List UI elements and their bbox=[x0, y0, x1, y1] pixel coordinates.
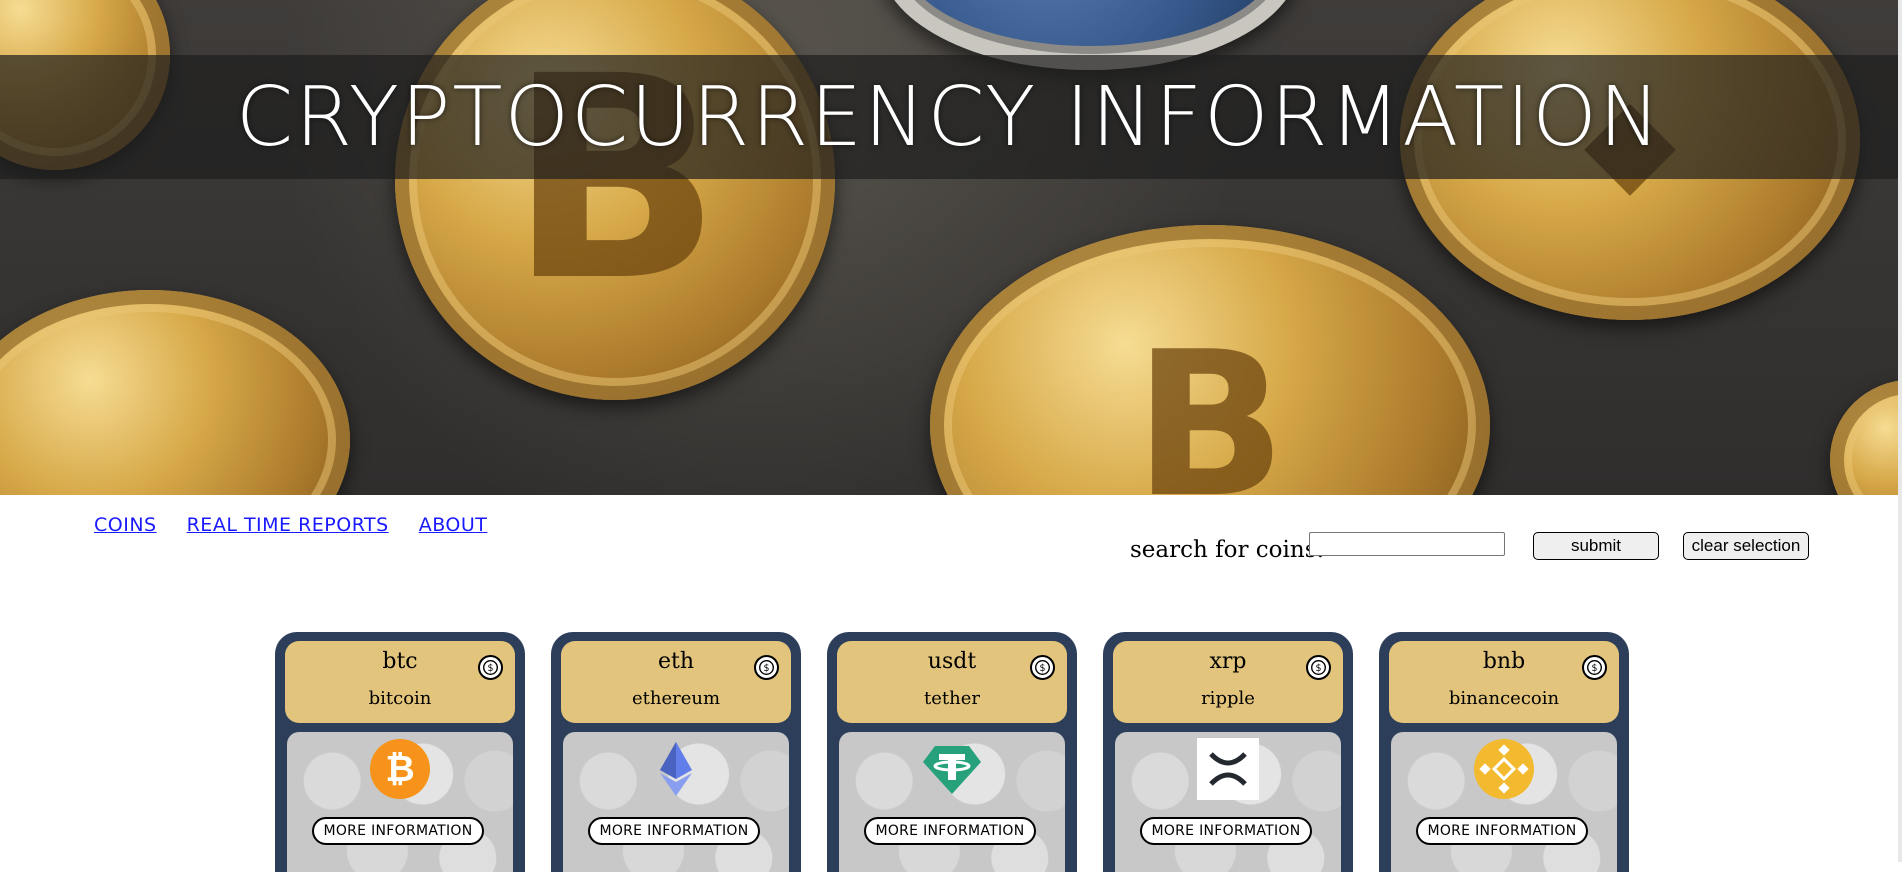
page-title: CRYPTOCURRENCY INFORMATION bbox=[235, 69, 1663, 165]
coin-card-btc: btc bitcoin $ ₿ MORE INFORMATION bbox=[275, 632, 525, 872]
coin-toggle-icon[interactable]: $ bbox=[1582, 655, 1607, 680]
svg-text:$: $ bbox=[1316, 663, 1322, 674]
coin-toggle-icon[interactable]: $ bbox=[754, 655, 779, 680]
more-information-button[interactable]: MORE INFORMATION bbox=[588, 817, 760, 845]
card-header: usdt tether $ bbox=[837, 641, 1067, 723]
submit-button[interactable]: submit bbox=[1533, 532, 1659, 560]
card-body: MORE INFORMATION bbox=[1115, 732, 1341, 872]
more-information-button[interactable]: MORE INFORMATION bbox=[312, 817, 484, 845]
card-body: MORE INFORMATION bbox=[1391, 732, 1617, 872]
coin-toggle-icon[interactable]: $ bbox=[1306, 655, 1331, 680]
coin-image bbox=[1830, 380, 1898, 495]
svg-text:$: $ bbox=[1040, 663, 1046, 674]
card-header: btc bitcoin $ bbox=[285, 641, 515, 723]
coin-card-bnb: bnb binancecoin $ MORE INFORMATION bbox=[1379, 632, 1629, 872]
tether-logo-icon bbox=[921, 738, 983, 800]
nav-link-about[interactable]: ABOUT bbox=[419, 514, 488, 536]
card-header: eth ethereum $ bbox=[561, 641, 791, 723]
more-information-button[interactable]: MORE INFORMATION bbox=[864, 817, 1036, 845]
coin-toggle-icon[interactable]: $ bbox=[478, 655, 503, 680]
title-band: CRYPTOCURRENCY INFORMATION bbox=[0, 55, 1898, 179]
clear-selection-button[interactable]: clear selection bbox=[1683, 532, 1809, 560]
card-body: MORE INFORMATION bbox=[563, 732, 789, 872]
more-information-button[interactable]: MORE INFORMATION bbox=[1140, 817, 1312, 845]
card-header: xrp ripple $ bbox=[1113, 641, 1343, 723]
more-information-button[interactable]: MORE INFORMATION bbox=[1416, 817, 1588, 845]
ripple-logo-icon bbox=[1197, 738, 1259, 800]
card-body: ₿ MORE INFORMATION bbox=[287, 732, 513, 872]
coin-card-eth: eth ethereum $ MORE INFORMATION bbox=[551, 632, 801, 872]
nav-link-real-time-reports[interactable]: REAL TIME REPORTS bbox=[187, 514, 389, 536]
coin-card-usdt: usdt tether $ MORE INFORMATION bbox=[827, 632, 1077, 872]
main-nav: COINS REAL TIME REPORTS ABOUT bbox=[94, 514, 487, 536]
search-input[interactable] bbox=[1309, 532, 1505, 556]
coin-name: ethereum bbox=[631, 688, 721, 709]
card-body: MORE INFORMATION bbox=[839, 732, 1065, 872]
coin-toggle-icon[interactable]: $ bbox=[1030, 655, 1055, 680]
coin-name: tether bbox=[924, 688, 980, 709]
coin-card-xrp: xrp ripple $ MORE INFORMATION bbox=[1103, 632, 1353, 872]
svg-text:$: $ bbox=[1592, 663, 1598, 674]
nav-link-coins[interactable]: COINS bbox=[94, 514, 157, 536]
svg-text:$: $ bbox=[764, 663, 770, 674]
svg-text:$: $ bbox=[488, 663, 494, 674]
ethereum-logo-icon bbox=[645, 738, 707, 800]
hero-banner: B ◆ B CRYPTOCURRENCY INFORMATION bbox=[0, 0, 1898, 495]
coin-image bbox=[0, 290, 350, 495]
bnb-logo-icon bbox=[1473, 738, 1535, 800]
coin-name: ripple bbox=[1201, 688, 1255, 709]
coin-name: bitcoin bbox=[368, 688, 432, 709]
card-header: bnb binancecoin $ bbox=[1389, 641, 1619, 723]
search-label: search for coins: bbox=[1130, 537, 1325, 563]
bitcoin-logo-icon: ₿ bbox=[369, 738, 431, 800]
coin-name: binancecoin bbox=[1448, 688, 1560, 709]
scrollbar[interactable] bbox=[1898, 0, 1902, 862]
svg-text:₿: ₿ bbox=[385, 749, 414, 790]
coin-image: B bbox=[930, 225, 1490, 495]
